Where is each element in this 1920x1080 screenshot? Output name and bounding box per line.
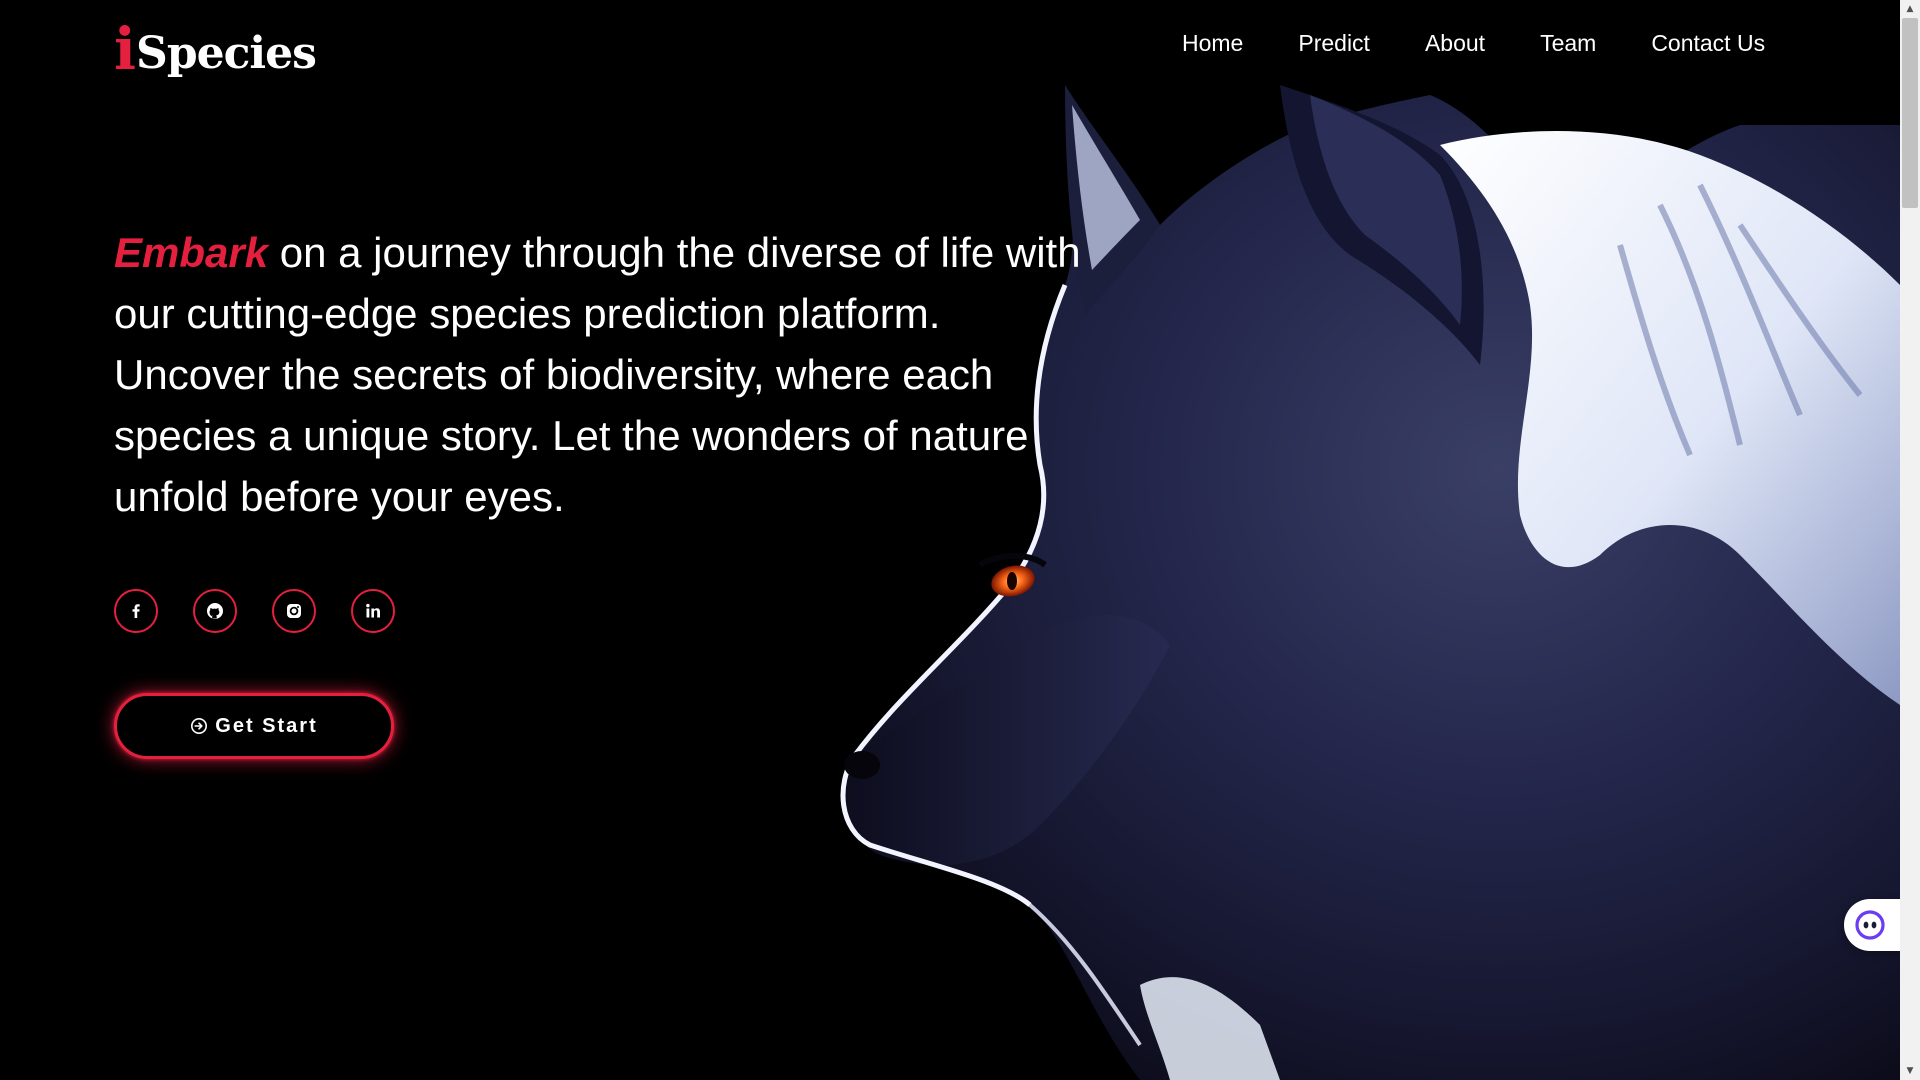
- scroll-thumb[interactable]: [1902, 18, 1918, 208]
- main-nav: Home Predict About Team Contact Us: [1182, 26, 1765, 60]
- logo-text: Species: [136, 28, 317, 79]
- facebook-icon: [132, 604, 140, 618]
- nav-contact-us[interactable]: Contact Us: [1651, 26, 1765, 60]
- get-start-button[interactable]: Get Start: [114, 693, 394, 759]
- chat-assistant-button[interactable]: [1844, 899, 1904, 951]
- page-scrollbar[interactable]: ▲ ▼: [1900, 0, 1920, 1080]
- nav-home[interactable]: Home: [1182, 26, 1243, 60]
- logo[interactable]: i Species: [114, 12, 317, 83]
- chat-assistant-icon: [1855, 910, 1885, 940]
- scroll-down-arrow[interactable]: ▼: [1900, 1063, 1920, 1079]
- page: i Species Home Predict About Team Contac…: [0, 0, 1900, 1080]
- nav-predict[interactable]: Predict: [1298, 26, 1370, 60]
- logo-i: i: [114, 15, 136, 83]
- instagram-icon: [287, 604, 301, 618]
- linkedin-icon: [366, 603, 380, 618]
- facebook-button[interactable]: [114, 589, 158, 633]
- nav-team[interactable]: Team: [1540, 26, 1596, 60]
- get-start-label: Get Start: [215, 714, 318, 737]
- github-icon: [207, 603, 223, 619]
- scroll-up-arrow[interactable]: ▲: [1900, 1, 1920, 17]
- arrow-circle-right-icon: [191, 718, 208, 734]
- hero-accent-word: Embark: [114, 229, 269, 276]
- nav-about[interactable]: About: [1425, 26, 1485, 60]
- github-button[interactable]: [193, 589, 237, 633]
- hero-text: Embark on a journey through the diverse …: [114, 222, 1084, 527]
- social-links: [114, 589, 430, 633]
- instagram-button[interactable]: [272, 589, 316, 633]
- linkedin-button[interactable]: [351, 589, 395, 633]
